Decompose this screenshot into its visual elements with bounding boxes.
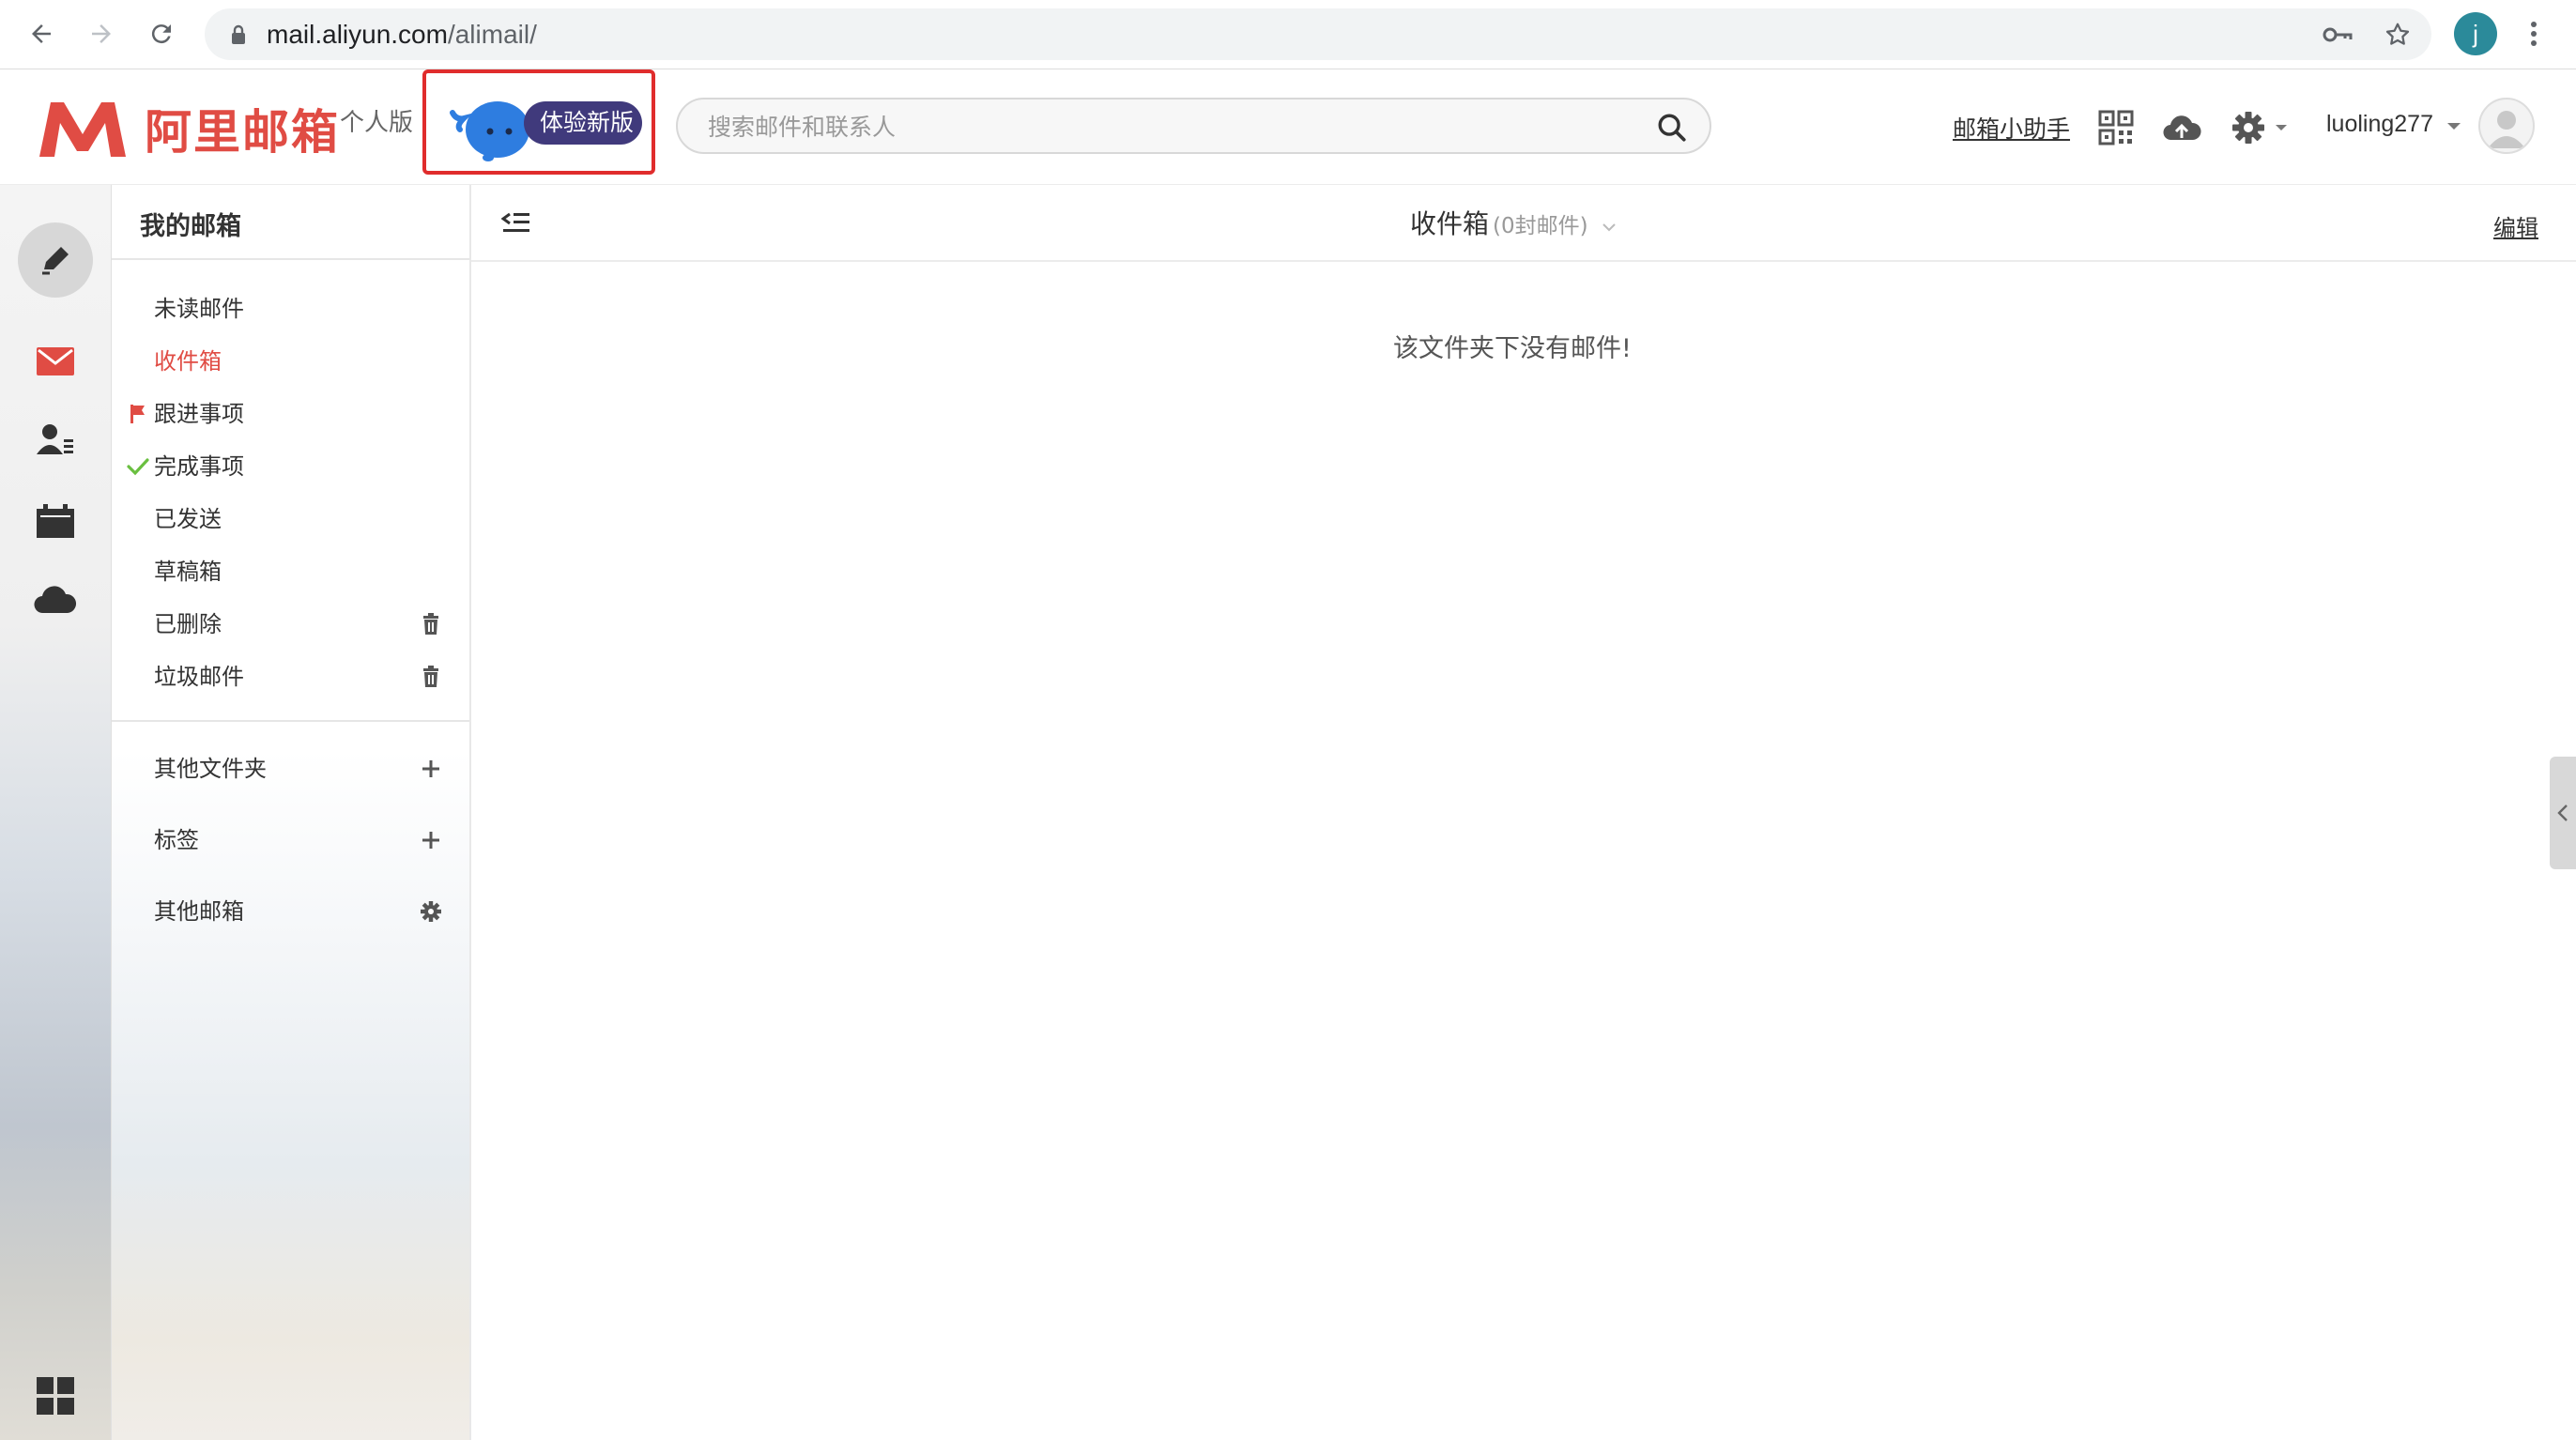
app-header: 阿里邮箱 个人版 体验新版 邮箱小助手 [0, 69, 2576, 185]
forward-icon[interactable] [81, 13, 122, 54]
divider [112, 720, 469, 722]
url-text[interactable]: mail.aliyun.com/alimail/ [267, 8, 537, 60]
expand-panel-handle[interactable] [2550, 757, 2576, 869]
logo[interactable]: 阿里邮箱 [36, 94, 340, 163]
settings-gear-icon[interactable] [2229, 107, 2294, 148]
folder-deleted[interactable]: 已删除 [154, 605, 454, 643]
username[interactable]: luoling277 [2326, 111, 2433, 137]
left-rail [0, 185, 112, 1440]
other-mailboxes-section[interactable]: 其他邮箱 [154, 893, 454, 930]
plus-icon[interactable] [417, 750, 445, 788]
avatar[interactable] [2478, 98, 2535, 154]
folder-drafts[interactable]: 草稿箱 [154, 553, 454, 590]
folder-panel: 我的邮箱 未读邮件 收件箱 跟进事项 完成事项 已发送 草稿箱 已删除 垃圾邮件 [112, 185, 471, 1440]
compose-icon[interactable] [18, 222, 93, 298]
folder-label[interactable]: 跟进事项 [154, 401, 244, 427]
trash-icon[interactable] [417, 605, 445, 643]
trash-icon[interactable] [417, 658, 445, 696]
folder-label[interactable]: 垃圾邮件 [154, 664, 244, 690]
collapse-sidebar-icon[interactable] [496, 202, 537, 243]
other-folders-section[interactable]: 其他文件夹 [154, 750, 454, 788]
divider [112, 258, 469, 260]
tags-section[interactable]: 标签 [154, 821, 454, 859]
chevron-down-icon[interactable] [2446, 120, 2462, 131]
edition-label: 个人版 [340, 108, 414, 136]
cloud-drive-icon[interactable] [18, 562, 93, 637]
gear-icon[interactable] [417, 893, 445, 930]
apps-grid-icon[interactable] [18, 1358, 93, 1433]
bookmark-star-icon[interactable] [2379, 16, 2416, 54]
check-icon [126, 448, 150, 485]
mailbox-assistant-link[interactable]: 邮箱小助手 [1953, 111, 2070, 145]
folder-label[interactable]: 完成事项 [154, 453, 244, 480]
qr-code-icon[interactable] [2095, 107, 2137, 148]
mail-count: (0封邮件) [1493, 214, 1588, 238]
folder-follow-up[interactable]: 跟进事项 [130, 395, 454, 433]
empty-folder-message: 该文件夹下没有邮件! [1393, 334, 1632, 363]
try-new-version-button[interactable]: 体验新版 [422, 69, 655, 175]
search-icon[interactable] [1653, 109, 1691, 146]
folder-title-text[interactable]: 收件箱 [1410, 208, 1489, 239]
search-input[interactable] [706, 100, 1630, 154]
folder-done[interactable]: 完成事项 [127, 448, 454, 485]
address-bar[interactable]: mail.aliyun.com/alimail/ [205, 8, 2431, 60]
section-label[interactable]: 标签 [154, 827, 199, 853]
folder-unread[interactable]: 未读邮件 [154, 290, 454, 328]
calendar-icon[interactable] [18, 483, 93, 559]
plus-icon[interactable] [417, 821, 445, 859]
key-icon[interactable] [2319, 16, 2356, 54]
section-label[interactable]: 其他文件夹 [154, 756, 267, 782]
browser-toolbar: mail.aliyun.com/alimail/ j [0, 0, 2576, 69]
folder-label[interactable]: 已发送 [154, 506, 222, 532]
contacts-icon[interactable] [18, 403, 93, 478]
edit-link[interactable]: 编辑 [2493, 209, 2538, 242]
mail-list-toolbar: 收件箱 (0封邮件) 编辑 [471, 185, 2576, 262]
browser-profile-avatar[interactable]: j [2454, 12, 2497, 55]
chevron-down-icon[interactable] [1601, 222, 1618, 233]
chevron-left-icon[interactable] [2556, 803, 2569, 823]
folder-title[interactable]: 收件箱 (0封邮件) [1410, 204, 1618, 241]
folder-sent[interactable]: 已发送 [154, 500, 454, 538]
logo-m-icon [39, 102, 126, 157]
folder-spam[interactable]: 垃圾邮件 [154, 658, 454, 696]
my-mailbox-title: 我的邮箱 [140, 212, 241, 241]
cloud-upload-icon[interactable] [2161, 107, 2202, 148]
folder-label[interactable]: 未读邮件 [154, 296, 244, 322]
search-box[interactable] [676, 98, 1711, 154]
user-menu[interactable]: luoling277 [2326, 111, 2462, 138]
reload-icon[interactable] [141, 13, 182, 54]
folder-inbox[interactable]: 收件箱 [154, 343, 454, 380]
folder-label[interactable]: 草稿箱 [154, 559, 222, 585]
folder-label[interactable]: 已删除 [154, 611, 222, 637]
mail-list-pane: 收件箱 (0封邮件) 编辑 该文件夹下没有邮件! [471, 185, 2576, 1440]
mail-icon[interactable] [18, 324, 93, 399]
folder-label[interactable]: 收件箱 [154, 348, 222, 375]
section-label[interactable]: 其他邮箱 [154, 898, 244, 925]
new-version-label[interactable]: 体验新版 [524, 101, 642, 145]
back-icon[interactable] [21, 13, 62, 54]
lock-icon[interactable] [220, 16, 257, 54]
browser-menu-icon[interactable] [2520, 13, 2548, 54]
flag-icon [126, 395, 150, 433]
logo-text: 阿里邮箱 [145, 105, 340, 160]
